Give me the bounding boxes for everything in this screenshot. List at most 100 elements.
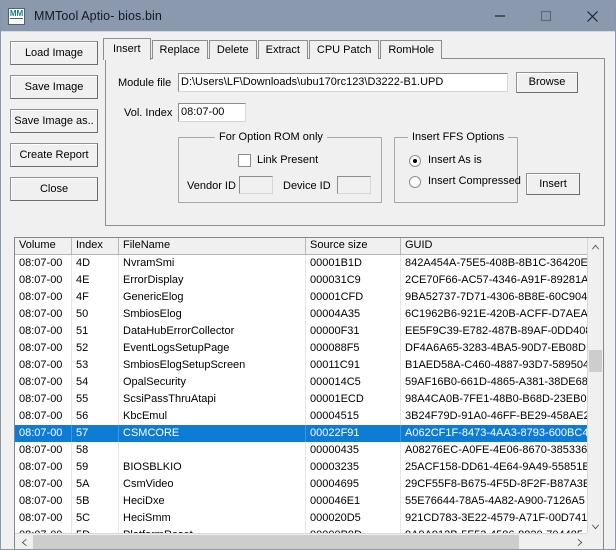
table-cell-guid: 842A454A-75E5-408B-8B1C-36420E [405,257,588,269]
table-cell-filename: DataHubErrorCollector [119,323,306,340]
column-header-volume[interactable]: Volume [15,238,72,254]
horizontal-scrollbar[interactable] [15,533,588,549]
table-cell-volume: 08:07-00 [15,289,72,306]
save-image-as-button[interactable]: Save Image as.. [10,109,98,133]
table-row[interactable]: 08:07-00 54 OpalSecurity 000014C5 59AF16B0-6… [15,374,588,391]
scroll-left-icon[interactable] [15,534,32,549]
table-cell-filename: SmbiosElogSetupScreen [119,357,306,374]
insert-button[interactable]: Insert [526,173,580,195]
table-cell-filename: ErrorDisplay [119,272,306,289]
column-header-guid[interactable]: GUID [401,238,588,254]
tab-cpu-patch[interactable]: CPU Patch [308,40,380,59]
table-cell-index: 4F [72,289,119,306]
table-cell-index: 4E [72,272,119,289]
table-cell-size: 000088F5 [306,340,401,357]
table-row[interactable]: 08:07-00 51 DataHubErrorCollector 00000F31 E… [15,323,588,340]
link-present-checkbox[interactable] [238,154,251,167]
table-row[interactable]: 08:07-00 50 SmbiosElog 00004A35 6C1962B6-921… [15,306,588,323]
table-cell-guid: B1AED58A-C460-4887-93D7-589504 [405,359,588,371]
table-row[interactable]: 08:07-00 5A CsmVideo 00004695 29CF55F8-B675-… [15,476,588,493]
table-cell-filename: HeciSmm [119,510,306,527]
vertical-scrollbar[interactable] [587,238,603,535]
mmtool-app-icon: MM [8,7,25,25]
table-cell-size: 00004695 [306,476,401,493]
column-header-source-size[interactable]: Source size [306,238,401,254]
table-row[interactable]: 08:07-00 52 EventLogsSetupPage 000088F5 DF4A… [15,340,588,357]
insert-compressed-radio[interactable] [409,176,421,188]
ffs-options-group-title: Insert FFS Options [408,131,509,143]
module-file-label: Module file [118,77,172,89]
insert-as-is-label: Insert As is [428,154,482,166]
tab-romhole[interactable]: RomHole [380,40,443,59]
insert-tab-panel: Module file D:\Users\LF\Downloads\ubu170… [105,58,605,226]
title-bar: MM MMTool Aptio- bios.bin [1,1,615,31]
option-rom-group: For Option ROM only Link Present Vendor … [178,131,382,203]
table-cell-guid: 55E76644-78A5-4A82-A900-7126A5 [405,495,585,507]
tab-insert[interactable]: Insert [103,38,151,60]
table-row[interactable]: 08:07-00 59 BIOSBLKIO 00003235 25ACF158-DD61… [15,459,588,476]
table-cell-index: 59 [72,459,119,476]
table-cell-filename: NvramSmi [119,255,306,272]
horizontal-scroll-thumb[interactable] [33,535,519,549]
table-row[interactable]: 08:07-00 57 CSMCORE 00022F91 A062CF1F-8473-4… [15,425,588,442]
scrollbar-corner [587,533,603,549]
table-cell-volume: 08:07-00 [15,476,72,493]
table-row[interactable]: 08:07-00 53 SmbiosElogSetupScreen 00011C91 B… [15,357,588,374]
table-cell-size: 00001CFD [306,289,401,306]
table-cell-guid: 59AF16B0-661D-4865-A381-38DE68 [405,376,588,388]
table-cell-size: 00022F91 [306,425,401,442]
table-cell-filename: GenericElog [119,289,306,306]
table-row[interactable]: 08:07-00 4E ErrorDisplay 000031C9 2CE70F66-A… [15,272,588,289]
tab-extract[interactable]: Extract [257,40,308,59]
vertical-scroll-thumb[interactable] [589,350,602,372]
table-cell-index: 55 [72,391,119,408]
table-cell-guid: 921CD783-3E22-4579-A71F-00D741 [405,512,588,524]
vol-index-input[interactable]: 08:07-00 [178,103,246,122]
scroll-right-icon[interactable] [571,534,588,549]
device-id-input[interactable] [337,176,371,194]
table-row[interactable]: 08:07-00 58 00000435 A08276EC-A0FE-4E06-867… [15,442,588,459]
table-cell-size: 000014C5 [306,374,401,391]
table-cell-volume: 08:07-00 [15,442,72,459]
table-row[interactable]: 08:07-00 5B HeciDxe 000046E1 55E76644-78A5-4… [15,493,588,510]
minimize-icon[interactable] [477,1,523,31]
module-file-input[interactable]: D:\Users\LF\Downloads\ubu170rc123\D3222-… [178,73,508,92]
table-cell-size: 00004A35 [306,306,401,323]
table-row[interactable]: 08:07-00 55 ScsiPassThruAtapi 00001ECD 98A4C… [15,391,588,408]
table-cell-size: 00001ECD [306,391,401,408]
table-cell-volume: 08:07-00 [15,357,72,374]
table-cell-guid: 2CE70F66-AC57-4346-A91F-89281A [405,274,588,286]
table-cell-filename: ScsiPassThruAtapi [119,391,306,408]
scroll-up-icon[interactable] [588,238,603,255]
table-row[interactable]: 08:07-00 56 KbcEmul 00004515 3B24F79D-91A0-4… [15,408,588,425]
table-cell-guid: 9BA52737-7D71-4306-8B8E-60C904 [405,291,588,303]
insert-as-is-radio[interactable] [409,155,421,167]
table-cell-volume: 08:07-00 [15,493,72,510]
table-cell-filename: HeciDxe [119,493,306,510]
vendor-id-label: Vendor ID [187,180,236,192]
tab-replace[interactable]: Replace [151,40,208,59]
vendor-id-input[interactable] [239,176,273,194]
list-body[interactable]: 08:07-00 4D NvramSmi 00001B1D 842A454A-75E5-… [15,255,588,535]
table-cell-size: 000046E1 [306,493,401,510]
table-cell-filename: SmbiosElog [119,306,306,323]
column-header-index[interactable]: Index [72,238,119,254]
table-cell-index: 58 [72,442,119,459]
table-cell-volume: 08:07-00 [15,272,72,289]
save-image-button[interactable]: Save Image [10,75,98,99]
table-row[interactable]: 08:07-00 4D NvramSmi 00001B1D 842A454A-75E5-… [15,255,588,272]
browse-button[interactable]: Browse [516,72,578,93]
maximize-icon[interactable] [523,1,569,31]
table-cell-index: 50 [72,306,119,323]
table-cell-guid: 25ACF158-DD61-4E64-9A49-55851E [405,461,588,473]
close-icon[interactable] [569,1,615,31]
create-report-button[interactable]: Create Report [10,143,98,167]
command-button-column: Load Image Save Image Save Image as.. Cr… [10,41,98,211]
load-image-button[interactable]: Load Image [10,41,98,65]
tab-delete[interactable]: Delete [208,40,257,59]
table-row[interactable]: 08:07-00 5C HeciSmm 000020D5 921CD783-3E22-4… [15,510,588,527]
column-header-filename[interactable]: FileName [119,238,306,254]
close-button[interactable]: Close [10,177,98,201]
table-cell-filename: CSMCORE [119,425,306,442]
table-row[interactable]: 08:07-00 4F GenericElog 00001CFD 9BA52737-7D… [15,289,588,306]
